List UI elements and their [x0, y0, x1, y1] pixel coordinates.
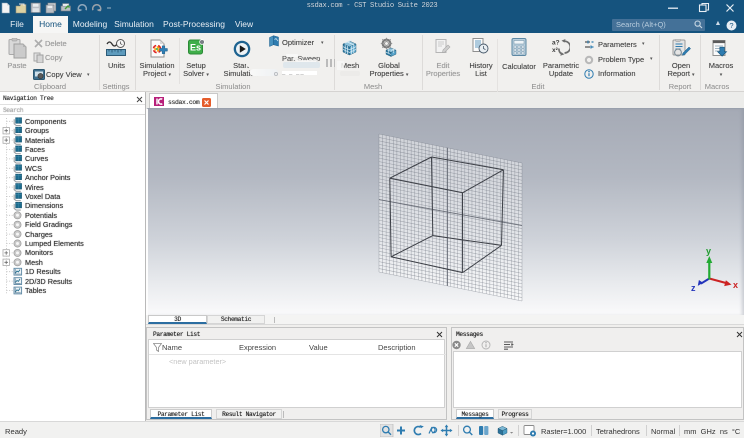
- svg-text:x²: x²: [552, 47, 559, 54]
- svg-text:y: y: [706, 246, 711, 256]
- svg-text:?: ?: [729, 21, 733, 30]
- svg-text:Es: Es: [190, 43, 201, 53]
- svg-text:a?: a?: [552, 40, 560, 47]
- svg-text:z: z: [691, 283, 696, 293]
- svg-text:x: x: [733, 280, 738, 290]
